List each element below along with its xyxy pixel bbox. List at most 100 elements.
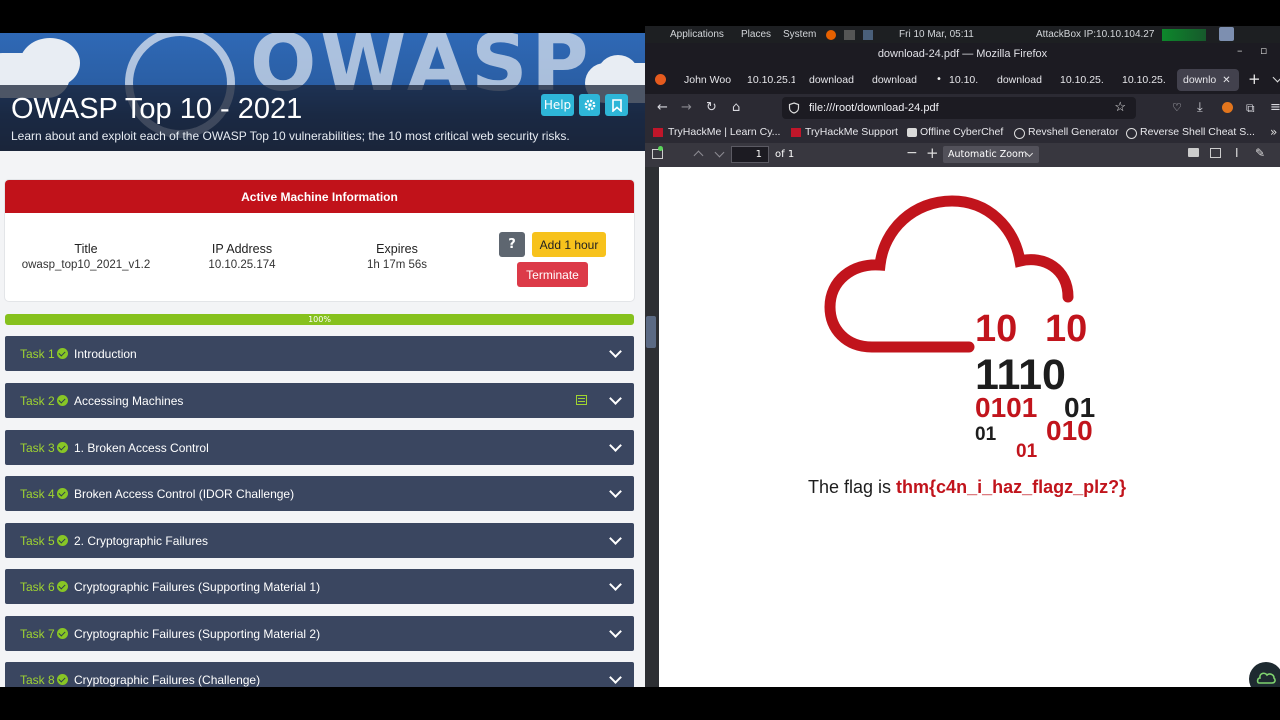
previous-page-icon[interactable] xyxy=(693,150,704,161)
applications-menu[interactable]: Applications xyxy=(670,29,724,40)
machine-title-col: Title owasp_top10_2021_v1.2 xyxy=(5,242,167,271)
zoom-value: Automatic Zoom xyxy=(948,149,1028,160)
download-icon[interactable]: ⤓ xyxy=(1197,100,1203,116)
letterbox-bottom xyxy=(0,687,1280,720)
system-menu[interactable]: System xyxy=(783,29,816,40)
bookmark-icon xyxy=(611,98,622,112)
close-icon[interactable]: ✕ xyxy=(1222,75,1230,86)
bookmark-item[interactable]: TryHackMe Support xyxy=(805,126,898,138)
task-row[interactable]: Task 3 1. Broken Access Control xyxy=(5,430,634,465)
text-cursor-icon[interactable]: I xyxy=(1235,146,1239,160)
extensions-icon[interactable]: ⧉ xyxy=(1246,100,1255,116)
pocket-icon[interactable]: ♡ xyxy=(1172,100,1182,116)
page-count: of 1 xyxy=(775,149,795,160)
reload-icon[interactable]: ↻ xyxy=(706,100,717,116)
tab-list-chevron-icon[interactable] xyxy=(1272,72,1280,83)
bookmark-item[interactable]: TryHackMe | Learn Cy... xyxy=(668,126,780,138)
zoom-out-icon[interactable]: − xyxy=(906,145,918,161)
browser-tab[interactable]: 10.10.25. xyxy=(1122,69,1170,91)
navigation-toolbar: ← → ↻ ⌂ file:///root/download-24.pdf ☆ ♡… xyxy=(645,94,1280,122)
machine-ip-col: IP Address 10.10.25.174 xyxy=(167,242,317,271)
task-row[interactable]: Task 7 Cryptographic Failures (Supportin… xyxy=(5,616,634,651)
browser-tab[interactable]: download xyxy=(997,69,1045,91)
task-row[interactable]: Task 1 Introduction xyxy=(5,336,634,371)
task-number: Task 6 xyxy=(20,579,55,594)
check-circle-icon xyxy=(57,395,68,406)
binary-digits: 01 xyxy=(975,424,997,445)
foxyproxy-icon[interactable] xyxy=(1222,102,1233,113)
bookmark-button[interactable] xyxy=(605,94,628,116)
binary-digits: 0101 xyxy=(975,392,1038,423)
save-icon[interactable] xyxy=(1210,148,1221,158)
machine-title-value: owasp_top10_2021_v1.2 xyxy=(21,259,151,271)
task-number: Task 3 xyxy=(20,440,55,455)
firefox-menu-icon[interactable] xyxy=(655,74,666,85)
binary-digits: 01 xyxy=(1016,441,1038,462)
menu-icon[interactable]: ≡ xyxy=(1270,100,1280,116)
terminate-button[interactable]: Terminate xyxy=(517,262,588,287)
task-row[interactable]: Task 5 2. Cryptographic Failures xyxy=(5,523,634,558)
zoom-in-icon[interactable]: + xyxy=(926,144,939,162)
browser-tab-label: downlo xyxy=(1183,74,1217,86)
home-icon[interactable]: ⌂ xyxy=(732,100,740,116)
machine-expires-label: Expires xyxy=(376,242,418,256)
task-number: Task 2 xyxy=(20,393,55,408)
browser-tab[interactable]: John Woo xyxy=(684,69,738,91)
places-menu[interactable]: Places xyxy=(741,29,771,40)
minimize-icon[interactable]: – xyxy=(1237,44,1243,57)
task-row[interactable]: Task 4 Broken Access Control (IDOR Chall… xyxy=(5,476,634,511)
machine-expires-value: 1h 17m 56s xyxy=(366,259,428,271)
terminal-launcher-icon[interactable] xyxy=(844,30,855,40)
clock: Fri 10 Mar, 05:11 xyxy=(899,29,974,40)
task-name: Broken Access Control (IDOR Challenge) xyxy=(74,486,295,501)
check-circle-icon xyxy=(57,628,68,639)
check-circle-icon xyxy=(57,535,68,546)
maximize-icon[interactable]: ▫ xyxy=(1260,44,1267,57)
task-row[interactable]: Task 8 Cryptographic Failures (Challenge… xyxy=(5,662,634,687)
cyberchef-favicon-icon xyxy=(907,128,917,137)
browser-tab[interactable]: download xyxy=(809,69,857,91)
browser-tab[interactable]: 10.10.25. xyxy=(1060,69,1108,91)
gear-icon xyxy=(584,99,595,111)
browser-tab[interactable]: 10.10. xyxy=(949,69,983,91)
browser-tab[interactable]: 10.10.25.1 xyxy=(747,69,795,91)
bookmark-item[interactable]: Reverse Shell Cheat S... xyxy=(1140,126,1255,138)
room-pane: OWASP OWASP Top 10 - 2021 Learn about an… xyxy=(0,33,645,687)
system-top-bar: Applications Places System Fri 10 Mar, 0… xyxy=(645,26,1280,43)
help-button[interactable]: Help xyxy=(541,94,574,116)
bookmark-star-icon[interactable]: ☆ xyxy=(1114,99,1126,115)
next-page-icon[interactable] xyxy=(714,147,725,158)
task-number: Task 4 xyxy=(20,486,55,501)
browser-tab-active[interactable]: downlo ✕ xyxy=(1177,69,1239,91)
notification-dot-icon xyxy=(658,146,663,151)
settings-button[interactable] xyxy=(579,94,600,116)
zoom-select[interactable]: Automatic Zoom xyxy=(943,146,1039,163)
room-header: OWASP OWASP Top 10 - 2021 Learn about an… xyxy=(0,33,645,151)
draw-pen-icon[interactable]: ✎ xyxy=(1255,146,1265,160)
forward-icon[interactable]: → xyxy=(681,100,692,116)
add-hour-button[interactable]: Add 1 hour xyxy=(532,232,606,257)
machine-card-header: Active Machine Information xyxy=(5,180,634,213)
back-icon[interactable]: ← xyxy=(657,100,668,116)
print-icon[interactable] xyxy=(1188,148,1199,157)
bookmark-item[interactable]: Revshell Generator xyxy=(1028,126,1118,138)
cloud-decoration xyxy=(20,38,80,88)
task-name: 2. Cryptographic Failures xyxy=(74,533,209,548)
url-bar[interactable]: file:///root/download-24.pdf ☆ xyxy=(782,97,1136,119)
page-number-input[interactable]: 1 xyxy=(731,146,769,163)
task-name: 1. Broken Access Control xyxy=(74,440,209,455)
task-row[interactable]: Task 2 Accessing Machines xyxy=(5,383,634,418)
attackbox-pane: Applications Places System Fri 10 Mar, 0… xyxy=(645,26,1280,687)
browser-tab[interactable]: download xyxy=(872,69,920,91)
new-tab-icon[interactable]: + xyxy=(1248,70,1261,88)
app-launcher-icon[interactable] xyxy=(863,30,873,40)
firefox-launcher-icon[interactable] xyxy=(826,30,836,40)
bookmark-item[interactable]: Offline CyberChef xyxy=(920,126,1003,138)
bookmarks-overflow-icon[interactable]: » xyxy=(1270,125,1277,139)
machine-help-button[interactable]: ? xyxy=(499,232,525,257)
task-row[interactable]: Task 6 Cryptographic Failures (Supportin… xyxy=(5,569,634,604)
cloud-assistant-button[interactable] xyxy=(1249,662,1280,687)
task-name: Introduction xyxy=(74,346,137,361)
machine-ip-label: IP Address xyxy=(211,242,273,256)
tryhackme-favicon-icon xyxy=(653,128,663,137)
